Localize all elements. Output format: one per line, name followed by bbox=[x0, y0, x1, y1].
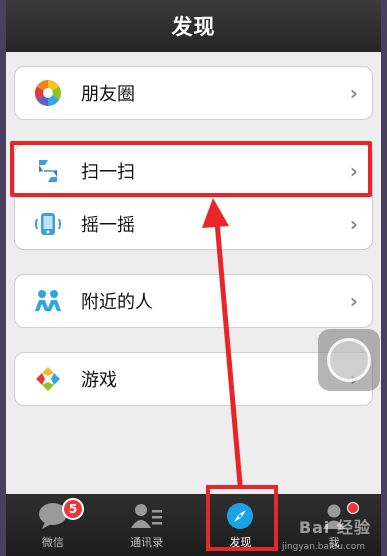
chevron-right-icon: › bbox=[349, 211, 358, 236]
tab-contacts[interactable]: 通讯录 bbox=[100, 494, 194, 556]
tab-discover[interactable]: 发现 bbox=[194, 494, 288, 556]
compass-icon bbox=[225, 500, 255, 532]
tab-label-chats: 微信 bbox=[41, 536, 64, 549]
unread-badge: 5 bbox=[62, 498, 84, 520]
menu-label-people-nearby: 附近的人 bbox=[81, 292, 153, 313]
watermark-url: jingyan.baidu.com bbox=[281, 542, 365, 552]
chevron-right-icon: › bbox=[349, 81, 358, 105]
menu-label-moments: 朋友圈 bbox=[81, 84, 135, 105]
group-scan-shake: 扫一扫 › 摇一摇 › bbox=[14, 144, 373, 250]
page-title-text: 发现 bbox=[171, 15, 216, 39]
menu-label-scan: 扫一扫 bbox=[81, 162, 135, 183]
shake-icon bbox=[33, 209, 63, 239]
group-moments: 朋友圈 › bbox=[14, 66, 373, 120]
menu-item-people-nearby[interactable]: 附近的人 › bbox=[15, 275, 372, 327]
tab-label-discover: 发现 bbox=[229, 536, 252, 549]
notification-dot bbox=[347, 502, 359, 514]
contacts-icon bbox=[129, 500, 165, 532]
menu-label-games: 游戏 bbox=[81, 370, 117, 391]
group-nearby: 附近的人 › bbox=[14, 274, 373, 328]
app-frame: 发现 朋友圈 › 扫一扫 › 摇一摇 › 附近的人 › 游戏 微信 5 通讯录 … bbox=[6, 0, 381, 556]
moments-icon bbox=[33, 78, 63, 108]
assistive-touch-icon bbox=[327, 338, 371, 382]
menu-item-shake[interactable]: 摇一摇 › bbox=[15, 197, 372, 249]
chevron-right-icon: › bbox=[349, 159, 358, 183]
menu-item-moments[interactable]: 朋友圈 › bbox=[15, 67, 372, 119]
menu-label-shake: 摇一摇 bbox=[81, 214, 135, 236]
menu-item-scan[interactable]: 扫一扫 › bbox=[15, 145, 372, 197]
page-title: 发现 bbox=[6, 0, 381, 52]
chevron-right-icon: › bbox=[349, 289, 358, 313]
people-nearby-icon bbox=[33, 286, 63, 316]
assistive-touch-button[interactable] bbox=[318, 329, 380, 391]
tab-label-contacts: 通讯录 bbox=[130, 536, 164, 549]
scan-icon bbox=[33, 156, 63, 186]
games-icon bbox=[33, 364, 63, 394]
tab-chats[interactable]: 微信 5 bbox=[6, 494, 100, 556]
watermark-logo: Bai 经验 bbox=[298, 518, 371, 537]
